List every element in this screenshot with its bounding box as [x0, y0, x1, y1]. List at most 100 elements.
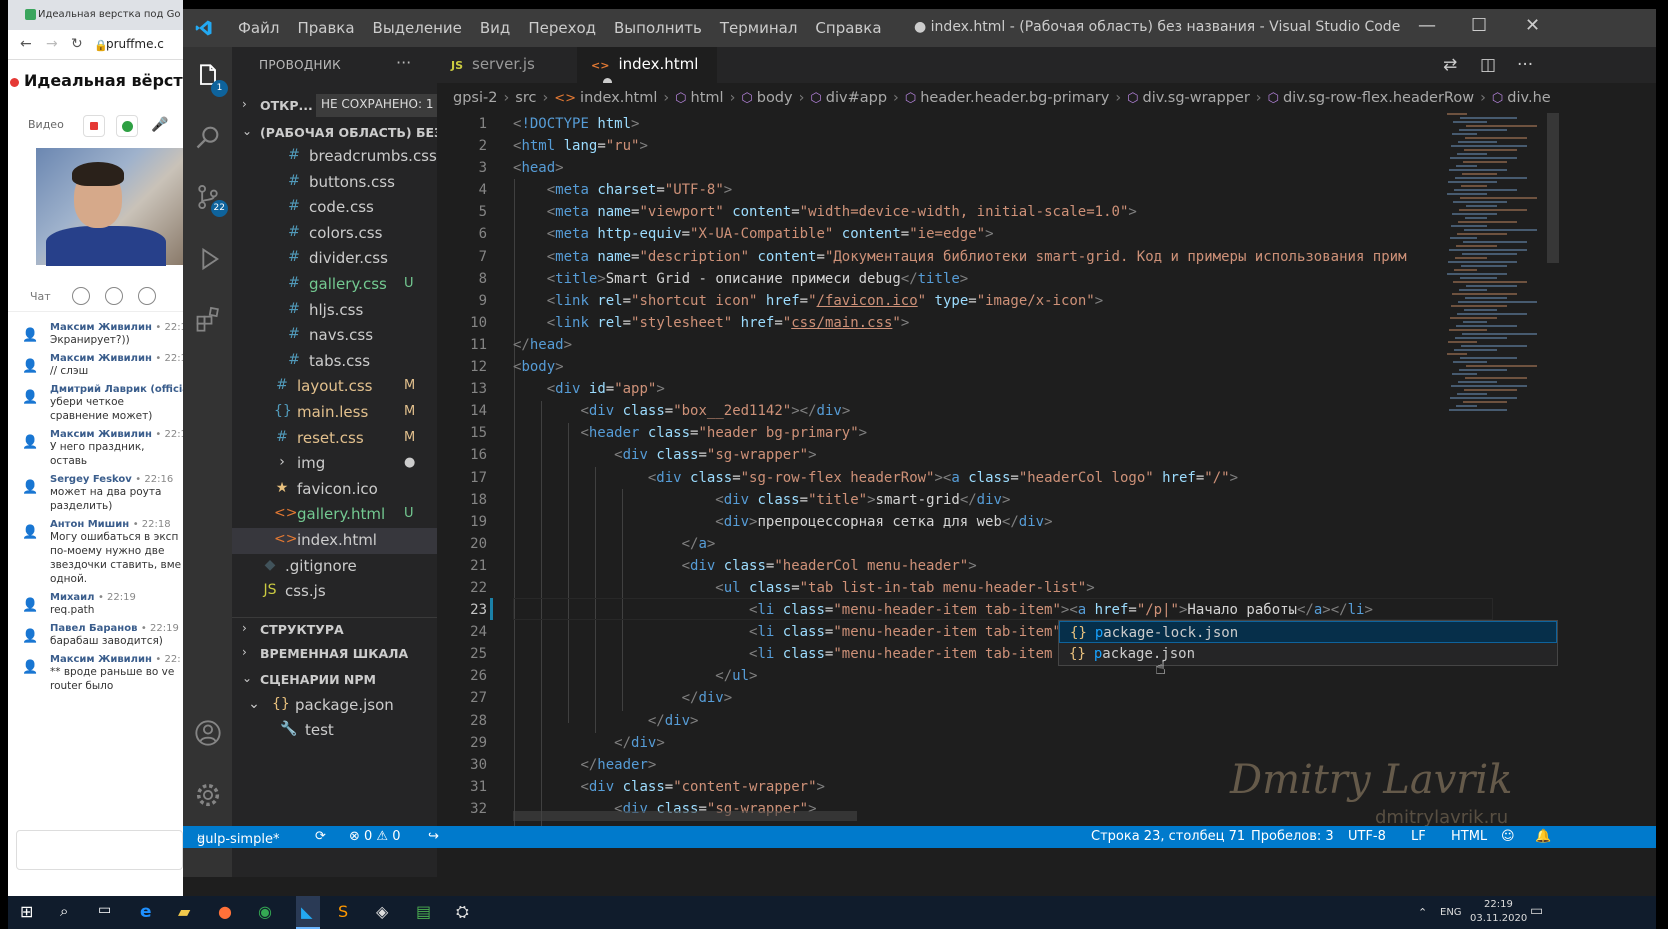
menu-item[interactable]: Вид: [471, 19, 519, 37]
maximize-icon[interactable]: ☐: [1471, 15, 1487, 36]
menu-item[interactable]: Справка: [806, 19, 890, 37]
problems-indicator[interactable]: ⊗ 0 ⚠ 0: [349, 829, 401, 844]
chrome-icon[interactable]: ◉: [258, 902, 278, 922]
record-button[interactable]: [83, 115, 105, 137]
browser-tab[interactable]: Идеальная верстка под Go: [8, 0, 183, 30]
suggestion-item[interactable]: {} package-lock.json: [1059, 621, 1557, 643]
code-content[interactable]: <!DOCTYPE html> <html lang="ru"> <head> <m…: [513, 113, 1407, 820]
code-line[interactable]: </div>: [513, 710, 1407, 732]
code-line[interactable]: <ul class="tab list-in-tab menu-header-l…: [513, 577, 1407, 599]
code-line[interactable]: <!DOCTYPE html>: [513, 113, 1407, 135]
code-line[interactable]: <meta name="viewport" content="width=dev…: [513, 201, 1407, 223]
code-line[interactable]: </a>: [513, 533, 1407, 555]
language-indicator[interactable]: ENG: [1440, 907, 1462, 918]
open-editors-section[interactable]: › ОТКР... НЕ СОХРАНЕНО: 1: [232, 94, 437, 118]
code-line[interactable]: </div>: [513, 732, 1407, 754]
reload-icon[interactable]: ↻: [71, 36, 83, 52]
menu-item[interactable]: Файл: [229, 19, 288, 37]
breadcrumb-item[interactable]: gpsi-2: [453, 90, 497, 106]
back-icon[interactable]: ←: [20, 36, 32, 52]
compare-changes-icon[interactable]: ⇄: [1443, 55, 1457, 75]
breadcrumb-item[interactable]: div.sg-wrapper: [1143, 90, 1250, 106]
close-icon[interactable]: ✕: [1525, 15, 1540, 36]
clock-icon[interactable]: [72, 287, 90, 305]
code-line[interactable]: <div class="headerCol menu-header">: [513, 555, 1407, 577]
address-bar[interactable]: pruffme.c: [106, 37, 164, 51]
horizontal-scrollbar[interactable]: [513, 811, 857, 821]
notepad-icon[interactable]: ▤: [416, 902, 436, 922]
breadcrumb-item[interactable]: index.html: [580, 90, 657, 106]
vscode-taskbar-icon[interactable]: ◣: [296, 896, 320, 929]
more-actions-icon[interactable]: ···: [1517, 55, 1533, 75]
file-item[interactable]: ★ favicon.ico: [232, 477, 437, 503]
firefox-icon[interactable]: ●: [218, 902, 238, 922]
timeline-section[interactable]: › ВРЕМЕННАЯ ШКАЛА: [232, 642, 437, 666]
feedback-icon[interactable]: ☺: [1501, 829, 1515, 844]
language-mode[interactable]: HTML: [1451, 829, 1487, 844]
code-line[interactable]: <div class="sg-wrapper">: [513, 444, 1407, 466]
breadcrumb-item[interactable]: div#app: [826, 90, 887, 106]
menu-item[interactable]: Терминал: [711, 19, 807, 37]
app-icon[interactable]: ◈: [376, 902, 396, 922]
chat-input[interactable]: [16, 830, 183, 870]
more-actions-icon[interactable]: ···: [396, 53, 411, 72]
npm-script-item[interactable]: 🔧 test: [232, 718, 437, 744]
code-line[interactable]: <meta charset="UTF-8">: [513, 179, 1407, 201]
npm-scripts-section[interactable]: ⌄ СЦЕНАРИИ NPM: [232, 668, 437, 692]
sublime-icon[interactable]: S: [338, 902, 358, 922]
comment-icon[interactable]: [138, 287, 156, 305]
file-item[interactable]: # code.css: [232, 195, 437, 221]
code-line[interactable]: </div>: [513, 687, 1407, 709]
indentation[interactable]: Пробелов: 3: [1251, 829, 1334, 844]
file-item[interactable]: # tabs.css: [232, 349, 437, 375]
code-line[interactable]: <meta name="description" content="Докуме…: [513, 246, 1407, 268]
code-line[interactable]: <head>: [513, 157, 1407, 179]
breadcrumb-item[interactable]: html: [691, 90, 724, 106]
code-line[interactable]: <div class="box__2ed1142"></div>: [513, 400, 1407, 422]
cursor-position[interactable]: Строка 23, столбец 71: [1091, 829, 1245, 844]
tab-index-html[interactable]: <> index.html: [577, 47, 717, 87]
extensions-icon[interactable]: [194, 305, 222, 333]
menu-item[interactable]: Выполнить: [605, 19, 711, 37]
code-line[interactable]: <li class="menu-header-item tab-item"><a…: [513, 599, 1407, 621]
file-item[interactable]: # navs.css: [232, 323, 437, 349]
clock-date[interactable]: 03.11.2020: [1470, 913, 1527, 924]
link-icon[interactable]: [105, 287, 123, 305]
app-icon[interactable]: ⛭: [456, 902, 476, 922]
file-item[interactable]: › img ●: [232, 451, 437, 477]
file-item[interactable]: # breadcrumbs.css: [232, 144, 437, 170]
suggestion-item[interactable]: {} package.json: [1059, 643, 1557, 665]
npm-package-item[interactable]: ⌄ {} package.json: [232, 693, 437, 719]
split-editor-icon[interactable]: ◫: [1480, 55, 1496, 75]
code-line[interactable]: <title>Smart Grid - описание примеси deb…: [513, 268, 1407, 290]
code-line[interactable]: <html lang="ru">: [513, 135, 1407, 157]
code-line[interactable]: </head>: [513, 334, 1407, 356]
menu-item[interactable]: Правка: [288, 19, 363, 37]
search-icon[interactable]: [194, 123, 222, 151]
menu-item[interactable]: Выделение: [364, 19, 471, 37]
encoding[interactable]: UTF-8: [1348, 829, 1386, 844]
file-item[interactable]: # layout.css M: [232, 374, 437, 400]
code-line[interactable]: <header class="header bg-primary">: [513, 422, 1407, 444]
line-ending[interactable]: LF: [1411, 829, 1426, 844]
tray-chevron-icon[interactable]: ⌃: [1418, 906, 1427, 919]
forward-icon[interactable]: →: [46, 36, 58, 52]
clock-time[interactable]: 22:19: [1484, 899, 1513, 910]
code-line[interactable]: </ul>: [513, 665, 1407, 687]
workspace-section[interactable]: ⌄ (РАБОЧАЯ ОБЛАСТЬ) БЕЗ ...: [232, 121, 437, 145]
minimap[interactable]: [1447, 113, 1542, 413]
sync-icon[interactable]: ⟳: [315, 829, 326, 844]
video-label[interactable]: Видео: [28, 118, 64, 131]
windows-start-icon[interactable]: ⊞: [20, 902, 40, 922]
code-line[interactable]: <link rel="shortcut icon" href="/favicon…: [513, 290, 1407, 312]
code-line[interactable]: <div class="sg-row-flex headerRow"><a cl…: [513, 467, 1407, 489]
file-explorer-icon[interactable]: ▰: [178, 902, 198, 922]
file-item[interactable]: <> index.html: [232, 528, 437, 554]
edge-icon[interactable]: e: [140, 902, 160, 922]
code-line[interactable]: <div class="title">smart-grid</div>: [513, 489, 1407, 511]
file-item[interactable]: # reset.css M: [232, 426, 437, 452]
code-line[interactable]: <body>: [513, 356, 1407, 378]
camera-button[interactable]: [116, 115, 138, 137]
minimize-icon[interactable]: —: [1418, 15, 1436, 36]
vertical-scrollbar[interactable]: [1547, 113, 1559, 263]
